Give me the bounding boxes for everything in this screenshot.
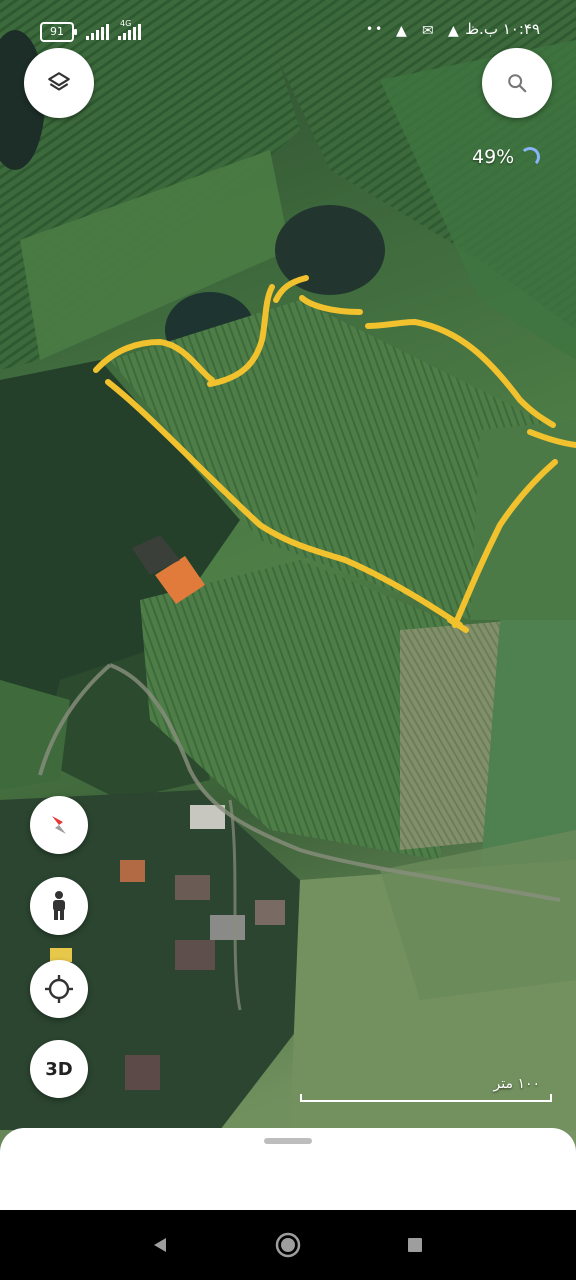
- back-icon: [154, 1238, 166, 1252]
- my-location-button[interactable]: [30, 960, 88, 1018]
- layers-button[interactable]: [24, 48, 94, 118]
- mosque-icon-2: ▲: [448, 23, 459, 39]
- loading-spinner-icon: [520, 147, 541, 167]
- scale-label: ۱۰۰ متر: [493, 1076, 540, 1092]
- notification-dots: ••: [366, 22, 385, 36]
- mosque-icon: ▲: [396, 23, 407, 39]
- search-icon: [508, 74, 527, 93]
- sheet-drag-handle[interactable]: [264, 1138, 312, 1144]
- search-button[interactable]: [482, 48, 552, 118]
- pegman-icon: [53, 891, 65, 920]
- system-nav-bar: [0, 1210, 576, 1280]
- compass-button[interactable]: [30, 796, 88, 854]
- map-scale: ۱۰۰ متر: [300, 1076, 552, 1102]
- bottom-sheet[interactable]: [0, 1128, 576, 1218]
- back-button[interactable]: [145, 1230, 175, 1260]
- compass-icon: [52, 816, 66, 834]
- zoom-percent: 49%: [472, 146, 515, 168]
- battery-indicator: 91: [40, 22, 77, 42]
- signal-icon-2: [118, 24, 141, 40]
- signal-icon: [86, 24, 109, 40]
- 3d-label: 3D: [45, 1058, 73, 1080]
- recents-button[interactable]: [400, 1230, 430, 1260]
- 3d-button[interactable]: 3D: [30, 1040, 88, 1098]
- home-icon: [275, 1232, 301, 1258]
- recents-icon: [408, 1238, 422, 1252]
- zoom-indicator: 49%: [472, 146, 541, 168]
- message-icon: ✉: [422, 23, 434, 39]
- street-view-button[interactable]: [30, 877, 88, 935]
- home-button[interactable]: [273, 1230, 303, 1260]
- my-location-icon: [45, 975, 73, 1003]
- scale-bar: [300, 1094, 552, 1102]
- status-time: ۱۰:۴۹ ب.ظ: [465, 20, 540, 38]
- status-bar: 91 4G •• ▲ ✉ ▲ ۱۰:۴۹ ب.ظ: [0, 0, 576, 62]
- layers-icon: [48, 72, 70, 91]
